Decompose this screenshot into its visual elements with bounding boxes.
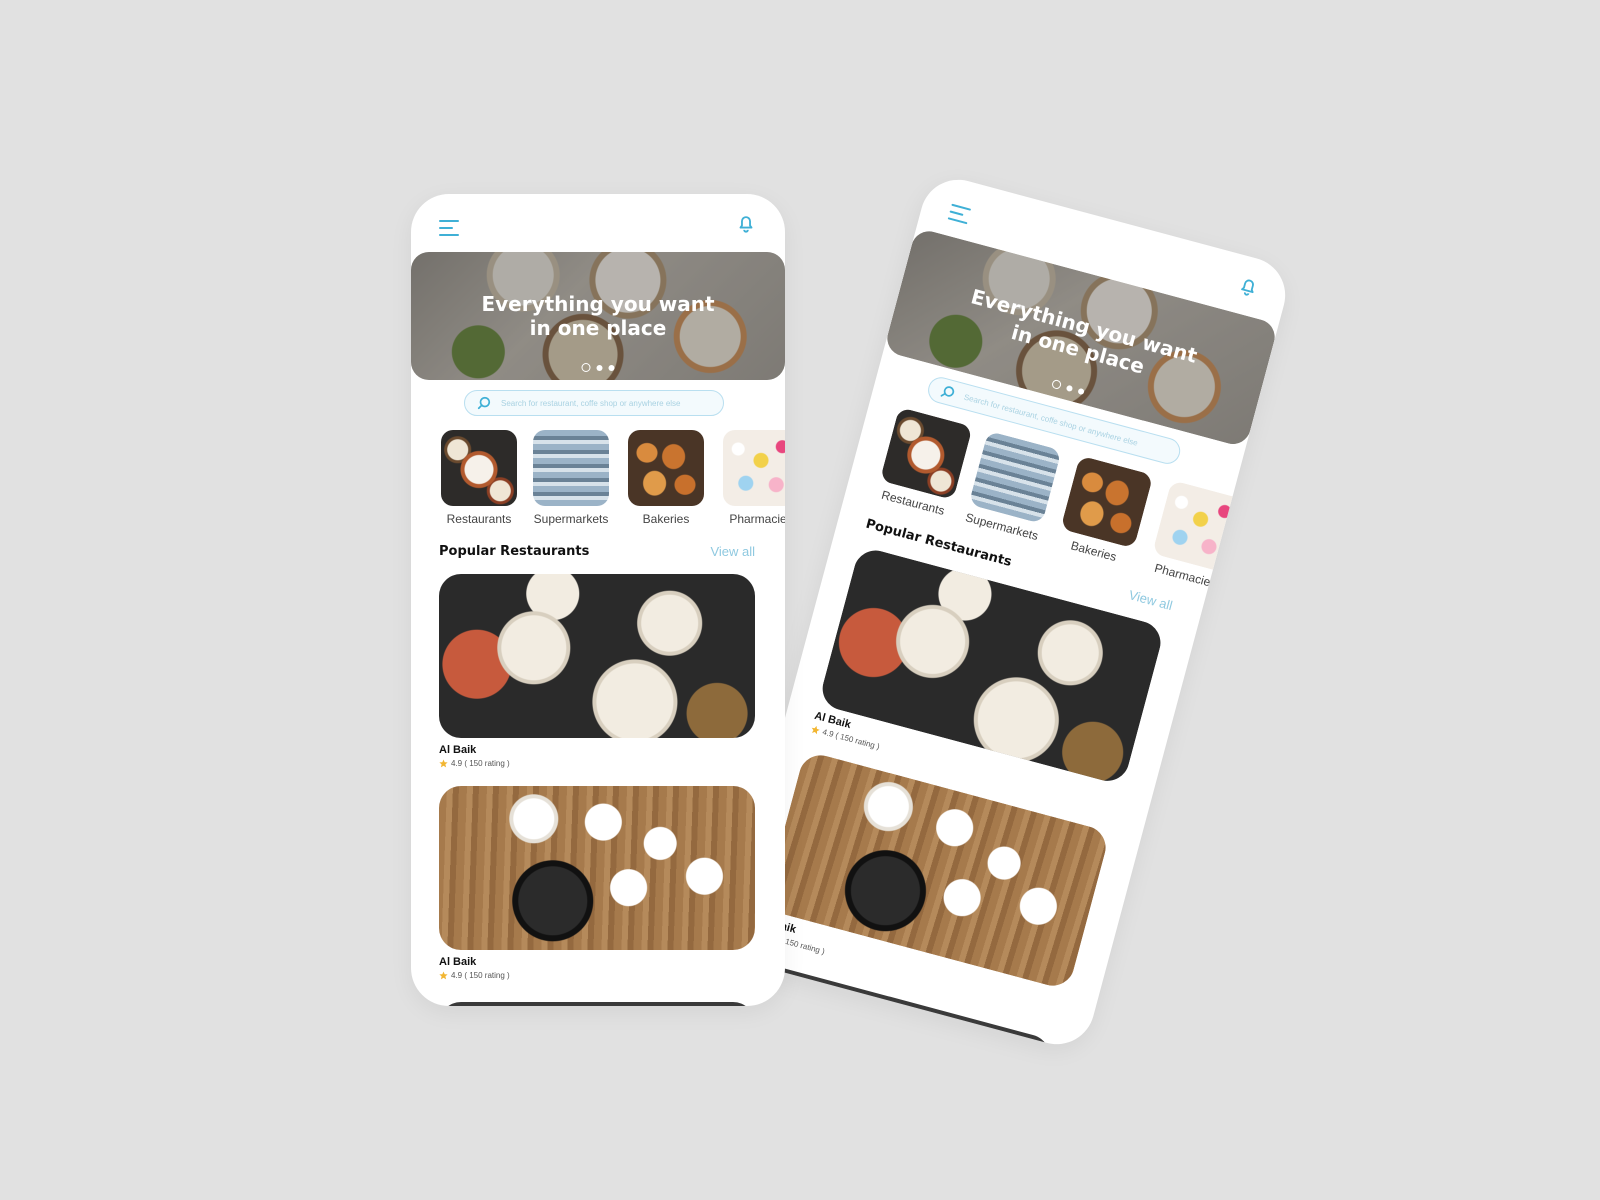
carousel-dots[interactable] — [581, 363, 615, 372]
search-icon — [477, 396, 491, 410]
category-restaurants[interactable]: Restaurants — [439, 430, 519, 526]
restaurant-name: Al Baik — [439, 956, 477, 968]
category-pharmacies[interactable]: Pharmacies — [1145, 479, 1247, 592]
category-label: Bakeries — [642, 512, 690, 526]
bell-icon[interactable] — [735, 212, 757, 234]
carousel-dot-active[interactable] — [1050, 378, 1062, 390]
rating-text: 4.9 ( 150 rating ) — [451, 759, 510, 768]
carousel-dot[interactable] — [596, 364, 603, 371]
restaurant-card[interactable]: Al Baik 4.9 ( 150 rating ) — [439, 786, 755, 980]
carousel-dot[interactable] — [1065, 384, 1073, 392]
bakeries-photo — [1060, 455, 1154, 549]
category-label: Pharmacies — [729, 512, 785, 526]
carousel-dots[interactable] — [1050, 378, 1085, 396]
category-label: Supermarkets — [533, 512, 609, 526]
category-pharmacies[interactable]: Pharmacies — [721, 430, 785, 526]
menu-icon[interactable] — [947, 203, 972, 225]
restaurants-photo — [879, 407, 973, 501]
view-all-link[interactable]: View all — [710, 544, 755, 559]
section-title: Popular Restaurants — [439, 544, 590, 559]
bell-icon[interactable] — [1235, 273, 1262, 300]
pharmacies-photo — [1152, 480, 1246, 574]
category-restaurants[interactable]: Restaurants — [873, 407, 975, 520]
hero-banner[interactable]: Everything you want in one place — [411, 252, 785, 380]
star-icon — [811, 725, 820, 735]
category-list: Restaurants Supermarkets Bakeries Pharma… — [439, 430, 785, 530]
category-bakeries[interactable]: Bakeries — [1053, 455, 1155, 568]
carousel-dot[interactable] — [608, 364, 615, 371]
restaurant-rating: 4.9 ( 150 rating ) — [439, 759, 755, 768]
rating-text: 4.9 ( 150 rating ) — [451, 971, 510, 980]
star-icon — [439, 759, 448, 768]
top-bar — [411, 194, 785, 252]
carousel-dot[interactable] — [1077, 387, 1085, 395]
carousel-dot-active[interactable] — [581, 363, 591, 372]
search-bar[interactable] — [464, 390, 724, 416]
phone-mockup-tilted: Everything you want in one place Restaur… — [721, 171, 1294, 1053]
korean-bowls-table-photo[interactable] — [439, 786, 755, 950]
phone-mockup-front: Everything you want in one place Restaur… — [411, 194, 785, 1006]
restaurants-photo — [441, 430, 517, 506]
search-input[interactable] — [499, 397, 713, 409]
burger-fries-table-photo[interactable] — [439, 574, 755, 738]
search-icon — [940, 386, 955, 397]
burger-fries-table-photo[interactable] — [817, 545, 1166, 786]
star-icon — [439, 971, 448, 980]
category-bakeries[interactable]: Bakeries — [626, 430, 706, 526]
view-all-link[interactable]: View all — [1127, 587, 1174, 613]
bakeries-photo — [628, 430, 704, 506]
category-supermarkets[interactable]: Supermarkets — [961, 430, 1063, 543]
restaurant-card-peek — [439, 1002, 755, 1006]
restaurant-card[interactable]: Al Baik 4.9 ( 150 rating ) — [439, 574, 755, 768]
pharmacies-photo — [723, 430, 785, 506]
hero-title: Everything you want in one place — [481, 292, 715, 340]
category-supermarkets[interactable]: Supermarkets — [531, 430, 611, 526]
menu-icon[interactable] — [439, 220, 459, 236]
supermarkets-photo — [968, 430, 1062, 524]
restaurant-rating: 4.9 ( 150 rating ) — [439, 971, 755, 980]
supermarkets-photo — [533, 430, 609, 506]
category-label: Restaurants — [446, 512, 512, 526]
restaurant-name: Al Baik — [439, 744, 477, 756]
